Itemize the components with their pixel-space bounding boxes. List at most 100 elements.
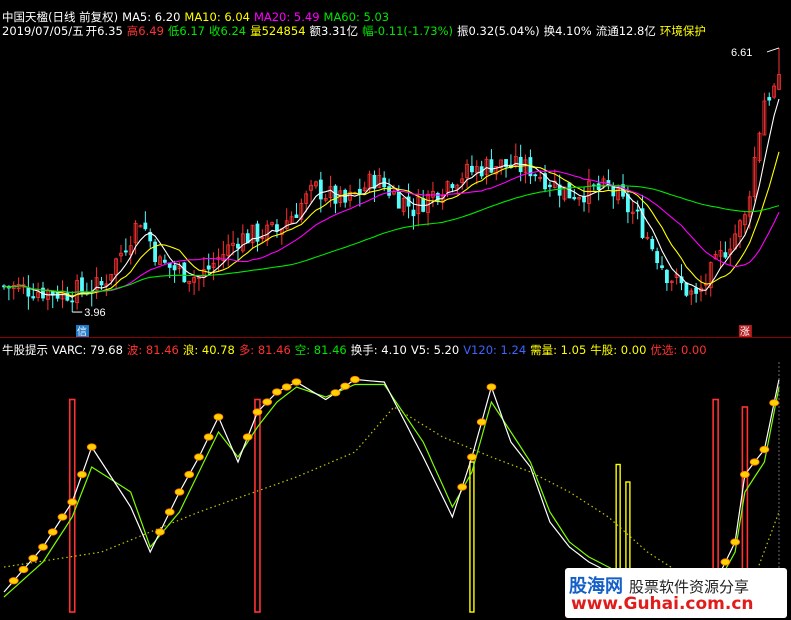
rise-marker xyxy=(194,453,204,461)
candle-body xyxy=(206,265,211,270)
candle-body xyxy=(572,197,577,200)
rise-marker xyxy=(213,413,224,421)
ma20-line xyxy=(3,170,780,294)
rise-marker xyxy=(8,577,19,585)
candle-body xyxy=(470,165,474,173)
quote-high: 高6.49 xyxy=(126,24,164,38)
dotted-average-line xyxy=(3,406,780,588)
candle-body xyxy=(182,262,187,283)
candle-body xyxy=(596,183,601,191)
rise-marker xyxy=(174,488,185,496)
rise-marker xyxy=(457,483,468,491)
rise-marker xyxy=(86,443,97,451)
quote-header: 2019/07/05/五 开6.35 高6.49 低6.17 收6.24 量524854 额… xyxy=(2,24,710,38)
youxuan-value: 优选: 0.00 xyxy=(650,343,707,357)
kong-value: 空: 81.46 xyxy=(294,343,347,357)
rise-marker xyxy=(330,389,341,397)
rise-marker xyxy=(242,433,253,441)
candle-body xyxy=(767,97,772,101)
quote-change: 幅-0.11(-1.73%) xyxy=(362,24,454,38)
rise-marker xyxy=(486,383,497,391)
candle-body xyxy=(26,287,31,297)
quote-float: 流通12.8亿 xyxy=(595,24,656,38)
rise-marker xyxy=(57,513,68,521)
rise-marker xyxy=(38,543,48,551)
quote-date: 2019/07/05/五 xyxy=(2,24,84,38)
rise-marker xyxy=(77,470,87,479)
rise-marker xyxy=(18,565,29,574)
watermark-url: www.Guhai.com.cn xyxy=(571,594,754,614)
candle-body xyxy=(450,184,455,189)
quote-low: 低6.17 xyxy=(167,24,205,38)
quote-close: 收6.24 xyxy=(209,24,247,38)
candle-body xyxy=(153,241,158,262)
rise-marker xyxy=(769,399,780,407)
candle-body xyxy=(31,296,36,299)
candle-body xyxy=(489,159,494,173)
rise-marker xyxy=(730,538,741,546)
candle-body xyxy=(694,287,699,294)
quote-sector-tag[interactable]: 环境保护 xyxy=(660,24,706,38)
candle-body xyxy=(143,222,148,230)
lang-value: 浪: 40.78 xyxy=(182,343,235,357)
niugu-value: 牛股: 0.00 xyxy=(590,343,647,357)
candle-body xyxy=(684,282,689,296)
candle-body xyxy=(162,259,167,263)
candle-body xyxy=(396,191,401,209)
ma60-line xyxy=(3,185,780,294)
xuliang-value: 需量: 1.05 xyxy=(530,343,587,357)
candle-body xyxy=(635,209,640,212)
v120-value: V120: 1.24 xyxy=(463,343,527,357)
max-price-pointer xyxy=(766,47,780,53)
rise-marker xyxy=(184,470,195,479)
candle-body xyxy=(533,174,538,177)
quote-open: 开6.35 xyxy=(85,24,123,38)
rise-marker xyxy=(467,453,477,461)
rise-badge-label: 涨 xyxy=(740,326,750,338)
candle-body xyxy=(664,269,669,284)
rise-marker xyxy=(203,433,214,441)
duo-value: 多: 81.46 xyxy=(238,343,291,357)
candle-body xyxy=(99,281,104,286)
candle-body xyxy=(387,186,391,196)
quote-turnover: 换4.10% xyxy=(543,24,592,38)
rise-marker xyxy=(164,508,175,516)
rise-marker xyxy=(720,558,731,566)
rise-marker xyxy=(272,388,282,396)
rise-marker xyxy=(350,375,360,384)
signal-bar-red xyxy=(254,398,261,613)
candle-body xyxy=(655,251,660,264)
candle-body xyxy=(548,184,552,188)
ma5-label: MA5: 6.20 xyxy=(122,10,181,24)
rise-marker xyxy=(749,458,760,466)
price-header: 中国天楹(日线 前复权) MA5: 6.20 MA10: 6.04 MA20: 5.4… xyxy=(2,10,393,24)
rise-marker xyxy=(759,445,770,454)
candle-body xyxy=(411,209,416,217)
candle-body xyxy=(650,238,655,250)
rise-marker xyxy=(291,378,302,386)
rise-marker xyxy=(739,470,750,479)
rise-marker xyxy=(340,382,351,390)
v5-value: V5: 5.20 xyxy=(410,343,460,357)
candle-body xyxy=(357,188,362,195)
candle-body xyxy=(275,224,279,232)
candle-body xyxy=(294,214,299,218)
candle-body xyxy=(582,196,586,203)
rise-marker xyxy=(67,498,78,506)
rise-marker xyxy=(155,528,165,536)
ma10-line xyxy=(3,151,780,297)
quote-volume: 量524854 xyxy=(250,24,306,38)
bo-value: 波: 81.46 xyxy=(126,343,179,357)
indicator-name[interactable]: 牛股提示 xyxy=(2,343,48,357)
min-price-label: 3.96 xyxy=(84,307,105,319)
candle-body xyxy=(660,265,664,268)
quote-amount: 额3.31亿 xyxy=(309,24,359,38)
candle-body xyxy=(723,252,728,258)
rise-marker xyxy=(281,383,292,391)
chart-window: 6.61 3.96 信 涨 中国天楹(日线 前复权) MA5: 6.20 MA10: 6.… xyxy=(0,0,791,620)
candle-body xyxy=(236,243,240,249)
chart-canvas[interactable]: 6.61 3.96 信 涨 xyxy=(0,0,791,620)
max-price-label: 6.61 xyxy=(731,47,752,59)
candle-body xyxy=(318,179,323,200)
rise-marker xyxy=(262,398,273,406)
